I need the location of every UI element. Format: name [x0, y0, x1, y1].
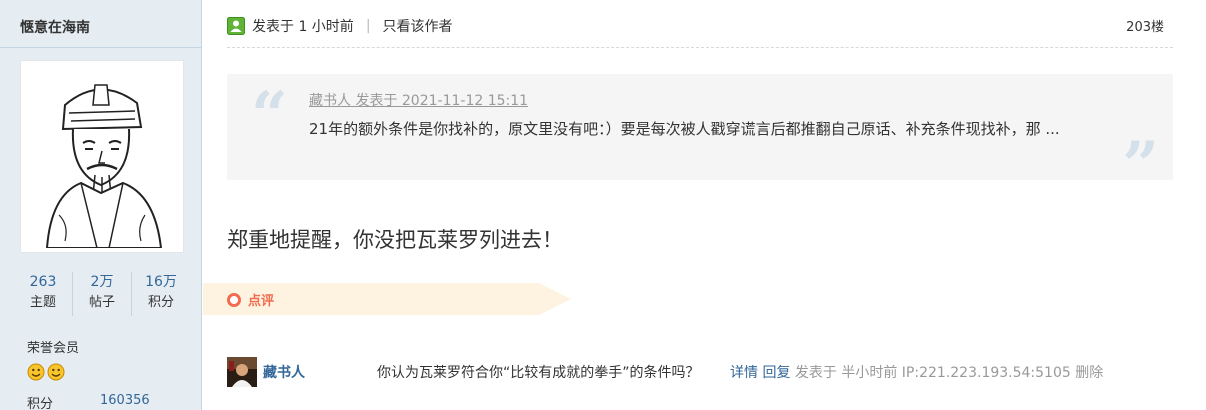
stat-value: 16万 — [145, 274, 177, 290]
comment-item: 藏书人 你认为瓦莱罗符合你“比较有成就的拳手”的条件吗？ 详情 回复 发表于 半… — [227, 356, 1167, 388]
user-rank[interactable]: 荣誉会员 — [27, 337, 79, 356]
divider — [0, 47, 201, 48]
divider — [227, 47, 1173, 48]
commenter-avatar[interactable] — [227, 357, 257, 387]
floor-number[interactable]: 203楼 — [1126, 16, 1164, 35]
quote-header-link[interactable]: 藏书人 发表于 2021-11-12 15:11 — [309, 90, 528, 110]
stat-label: 积分 — [147, 295, 174, 310]
ring-icon — [227, 292, 241, 307]
credit-label: 积分 — [27, 397, 54, 410]
comment-section-label: 点评 — [227, 290, 274, 309]
post-time: 发表于 1 小时前 — [252, 19, 354, 35]
comment-author-link[interactable]: 藏书人 — [263, 362, 305, 382]
post-info-bar: 发表于 1 小时前 | 只看该作者 — [227, 16, 453, 36]
comment-text: 你认为瓦莱罗符合你“比较有成就的拳手”的条件吗？ — [377, 365, 700, 381]
comment-label-text: 点评 — [248, 294, 275, 309]
rank-stars — [27, 363, 65, 381]
quote-body: 21年的额外条件是你找补的，原文里没有吧：）要是每次被人戳穿谎言后都推翻自己原话… — [309, 120, 1060, 138]
only-author-link[interactable]: 只看该作者 — [383, 16, 453, 36]
post-body: 郑重地提醒，你没把瓦莱罗列进去！ — [227, 228, 563, 252]
stat-posts[interactable]: 2万 帖子 — [73, 272, 132, 316]
stat-label: 主题 — [29, 295, 56, 310]
comment-posted-info: 发表于 半小时前 IP:221.223.193.54:5105 删除 — [794, 365, 1104, 381]
stat-credits[interactable]: 16万 积分 — [132, 272, 190, 316]
stat-value: 2万 — [90, 274, 114, 290]
portrait-image — [25, 65, 179, 248]
comment-section-header: 点评 — [203, 283, 571, 315]
online-status-icon — [227, 17, 245, 35]
smiley-icon — [27, 363, 45, 381]
open-quote-icon: “ — [251, 78, 288, 153]
avatar[interactable] — [20, 60, 184, 253]
username[interactable]: 惬意在海南 — [20, 17, 90, 37]
stat-value: 263 — [29, 274, 57, 290]
user-sidebar: 惬意在海南 263 主题 2万 帖子 16万 积分 荣誉会员 积分 160356 — [0, 0, 202, 410]
divider: | — [365, 18, 371, 34]
detail-link[interactable]: 详情 — [730, 365, 758, 381]
comment-meta: 详情 回复 发表于 半小时前 IP:221.223.193.54:5105 删除 — [730, 362, 1103, 382]
post-content-area: 发表于 1 小时前 | 只看该作者 203楼 “ 藏书人 发表于 2021-11… — [203, 0, 1206, 410]
stat-label: 帖子 — [88, 295, 115, 310]
credit-value: 160356 — [100, 393, 150, 408]
smiley-icon — [47, 363, 65, 381]
reply-link[interactable]: 回复 — [762, 365, 790, 381]
close-quote-icon: ” — [1122, 128, 1159, 203]
user-stats: 263 主题 2万 帖子 16万 积分 — [14, 272, 190, 316]
stat-threads[interactable]: 263 主题 — [14, 272, 73, 316]
quote-block: “ 藏书人 发表于 2021-11-12 15:11 21年的额外条件是你找补的… — [227, 74, 1173, 198]
